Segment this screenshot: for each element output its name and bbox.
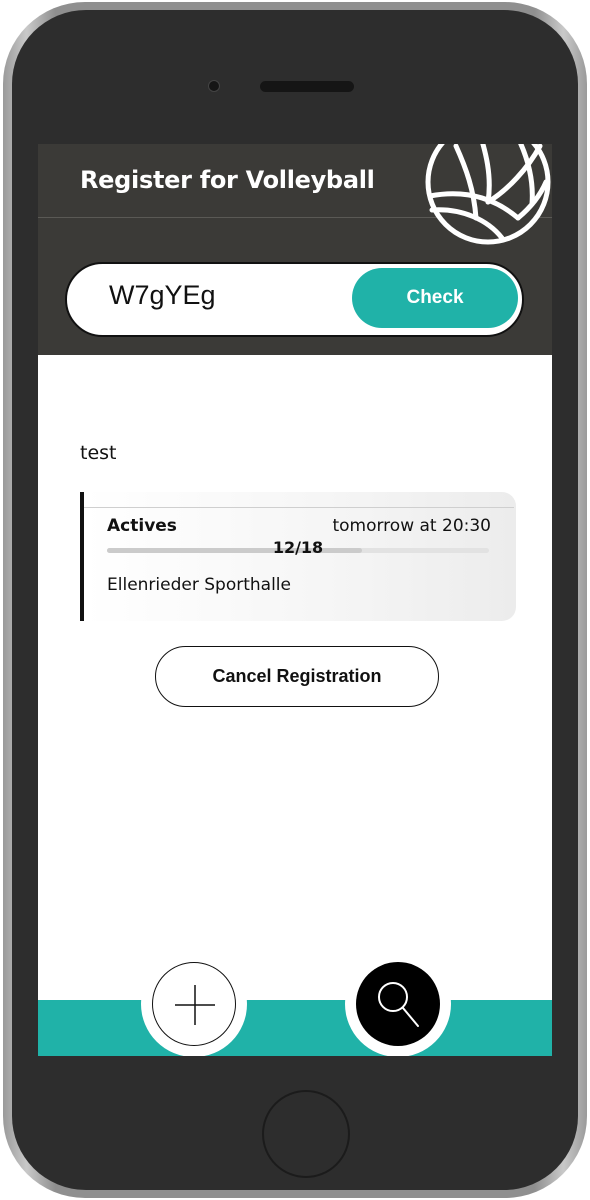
app-header: Register for Volleyball W7gYEg Check (38, 144, 552, 355)
code-input-bar: W7gYEg Check (65, 262, 524, 337)
cancel-registration-button[interactable]: Cancel Registration (155, 646, 439, 707)
event-location: Ellenrieder Sporthalle (107, 575, 291, 595)
event-card[interactable]: Actives tomorrow at 20:30 12/18 Ellenrie… (80, 492, 516, 621)
add-button[interactable] (152, 962, 236, 1046)
search-button[interactable] (356, 962, 440, 1046)
home-button[interactable] (262, 1090, 350, 1178)
check-button[interactable]: Check (352, 268, 518, 328)
earpiece-speaker (260, 81, 354, 92)
plus-icon (175, 985, 215, 1025)
volleyball-logo-icon (425, 144, 551, 245)
event-time: tomorrow at 20:30 (332, 516, 491, 536)
group-name: Actives (107, 516, 177, 536)
card-top-divider (84, 507, 514, 508)
search-icon (378, 982, 419, 1027)
front-camera (208, 80, 220, 92)
registration-count: 12/18 (272, 538, 324, 557)
app-screen: Register for Volleyball W7gYEg Check tes… (38, 144, 552, 1056)
event-title: test (80, 442, 117, 464)
bottom-nav-bar (38, 1000, 552, 1056)
code-input[interactable]: W7gYEg (109, 280, 216, 311)
page-title: Register for Volleyball (80, 166, 375, 194)
